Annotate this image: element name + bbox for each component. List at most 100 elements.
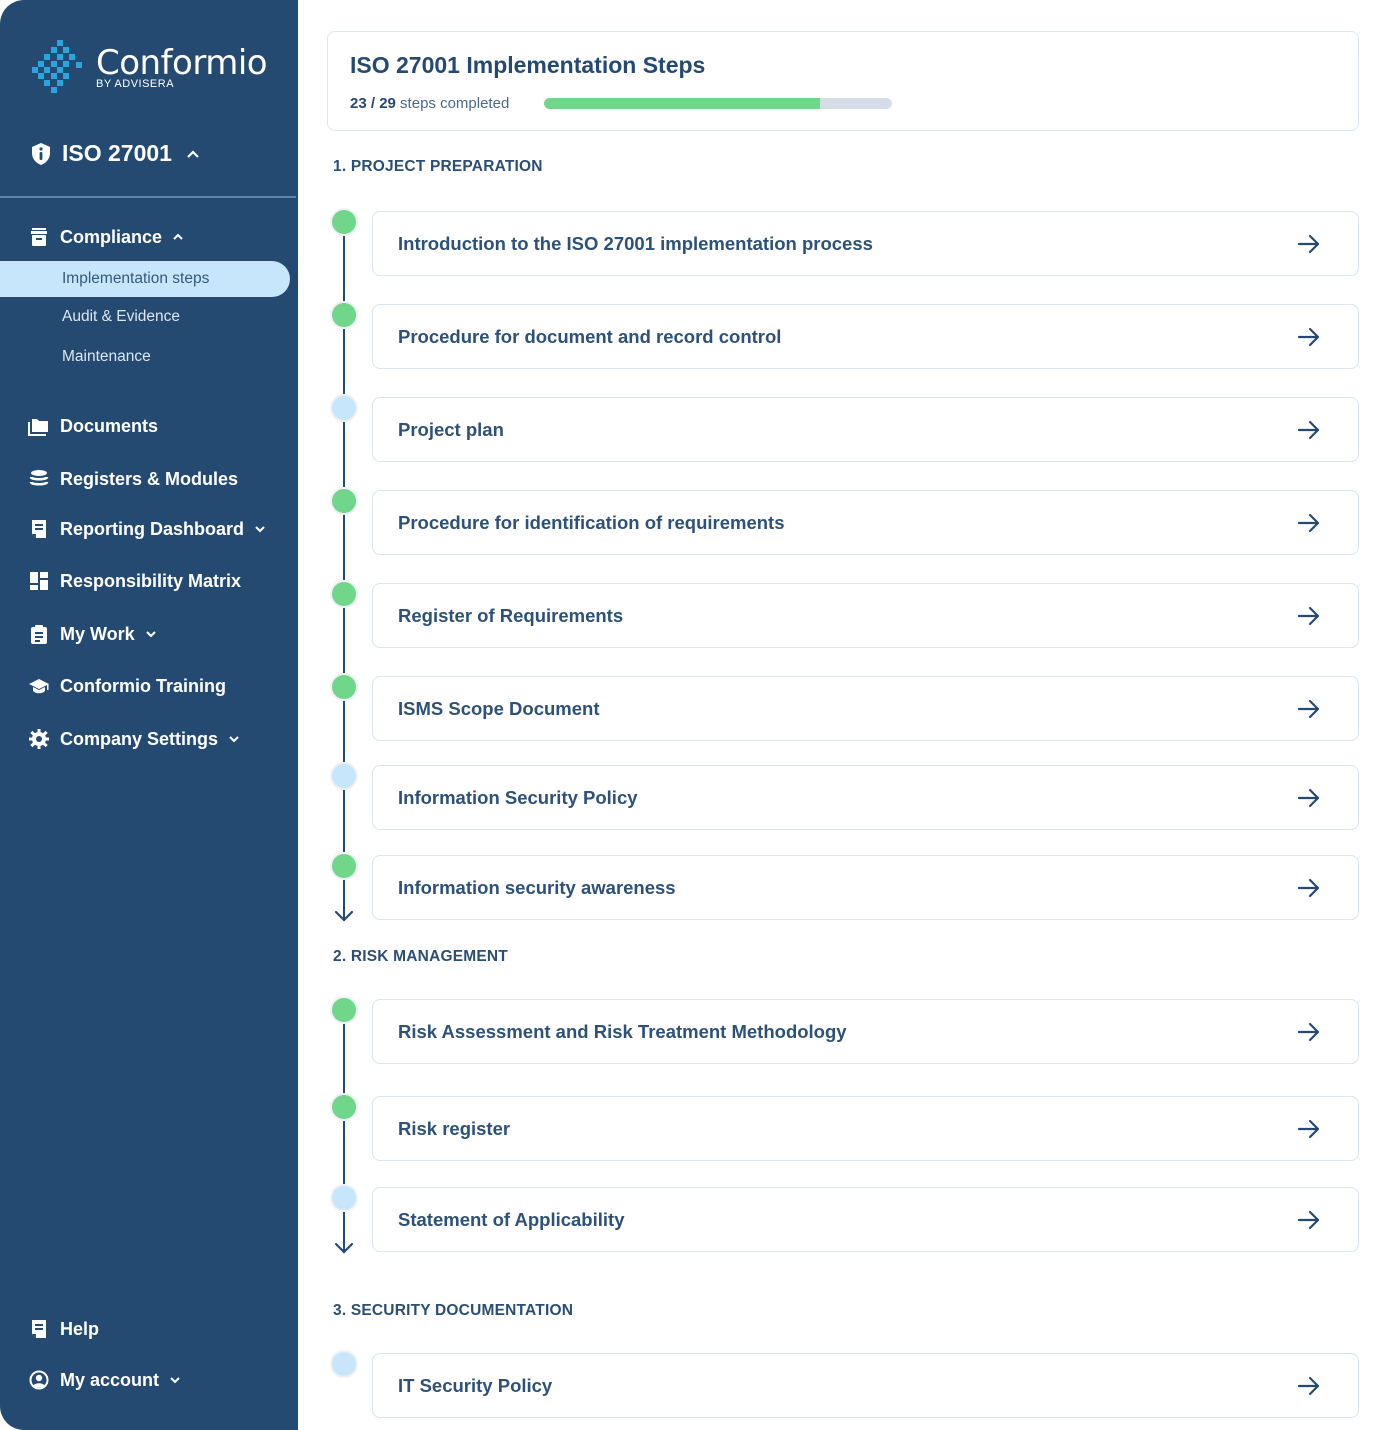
total-count: 29 bbox=[379, 95, 396, 112]
step-card[interactable]: Procedure for document and record contro… bbox=[372, 304, 1359, 369]
sidebar-item-reporting-dashboard[interactable]: Reporting Dashboard bbox=[28, 518, 266, 540]
step-status-dot-todo bbox=[330, 762, 358, 790]
step-status-dot-done bbox=[330, 580, 358, 608]
step-label: Procedure for identification of requirem… bbox=[398, 511, 785, 533]
sidebar-item-label: Responsibility Matrix bbox=[60, 570, 242, 591]
step-status-dot-done bbox=[330, 487, 358, 515]
step-status-dot-todo bbox=[330, 1184, 358, 1212]
sidebar-subitem-implementation-steps[interactable]: Implementation steps bbox=[0, 261, 290, 297]
sidebar-item-label: My Work bbox=[60, 623, 135, 644]
arrow-right-icon[interactable] bbox=[1296, 417, 1322, 443]
step-card[interactable]: Introduction to the ISO 27001 implementa… bbox=[372, 211, 1359, 276]
step-card[interactable]: Procedure for identification of requirem… bbox=[372, 490, 1359, 555]
folder-icon bbox=[28, 415, 50, 437]
step-label: IT Security Policy bbox=[398, 1374, 553, 1396]
step-card[interactable]: Statement of Applicability bbox=[372, 1187, 1359, 1252]
brand-logo[interactable]: Conformio BY ADVISERA bbox=[30, 38, 268, 98]
step-label: Risk Assessment and Risk Treatment Metho… bbox=[398, 1020, 847, 1042]
step-card[interactable]: Register of Requirements bbox=[372, 583, 1359, 648]
step-status-dot-done bbox=[330, 852, 358, 880]
step-label: Procedure for document and record contro… bbox=[398, 325, 782, 347]
arrow-right-icon[interactable] bbox=[1296, 1207, 1322, 1233]
arrow-right-icon[interactable] bbox=[1296, 696, 1322, 722]
arrow-right-icon[interactable] bbox=[1296, 1116, 1322, 1142]
sidebar-item-registers-modules[interactable]: Registers & Modules bbox=[28, 468, 238, 490]
arrow-right-icon[interactable] bbox=[1296, 875, 1322, 901]
standard-selector[interactable]: ISO 27001 bbox=[30, 140, 200, 167]
sidebar-item-label: Reporting Dashboard bbox=[60, 518, 245, 539]
section-title: 1. PROJECT PREPARATION bbox=[333, 158, 543, 175]
sidebar-item-label: Help bbox=[60, 1318, 100, 1339]
sidebar-subitem-maintenance[interactable]: Maintenance bbox=[0, 339, 290, 375]
sidebar-item-company-settings[interactable]: Company Settings bbox=[28, 728, 240, 750]
section-title: 2. RISK MANAGEMENT bbox=[333, 948, 508, 965]
step-status-dot-done bbox=[330, 1093, 358, 1121]
step-status-dot-done bbox=[330, 673, 358, 701]
sidebar-item-responsibility-matrix[interactable]: Responsibility Matrix bbox=[28, 570, 241, 592]
timeline-connector bbox=[343, 329, 345, 394]
sidebar-item-help[interactable]: Help bbox=[28, 1318, 99, 1340]
sidebar-item-my-work[interactable]: My Work bbox=[28, 623, 157, 645]
sidebar-item-my-account[interactable]: My account bbox=[28, 1369, 181, 1391]
arrow-right-icon[interactable] bbox=[1296, 1019, 1322, 1045]
step-label: Risk register bbox=[398, 1117, 511, 1139]
sidebar-item-label: My account bbox=[60, 1369, 160, 1390]
step-card[interactable]: ISMS Scope Document bbox=[372, 676, 1359, 741]
sidebar-item-documents[interactable]: Documents bbox=[28, 415, 158, 437]
step-label: ISMS Scope Document bbox=[398, 697, 600, 719]
step-card[interactable]: Information security awareness bbox=[372, 855, 1359, 920]
step-card[interactable]: Project plan bbox=[372, 397, 1359, 462]
timeline-connector bbox=[343, 515, 345, 580]
main-content: ISO 27001 Implementation Steps 23 / 29 s… bbox=[298, 0, 1390, 1430]
progress-separator: / bbox=[366, 95, 380, 112]
step-label: Introduction to the ISO 27001 implementa… bbox=[398, 232, 873, 254]
arrow-right-icon[interactable] bbox=[1296, 510, 1322, 536]
sidebar: Conformio BY ADVISERA ISO 27001 Complian… bbox=[0, 0, 298, 1430]
step-status-dot-todo bbox=[330, 1350, 358, 1378]
timeline-connector bbox=[343, 701, 345, 762]
step-card[interactable]: IT Security Policy bbox=[372, 1353, 1359, 1418]
arrow-right-icon[interactable] bbox=[1296, 603, 1322, 629]
timeline-connector bbox=[343, 1024, 345, 1093]
step-label: Register of Requirements bbox=[398, 604, 624, 626]
progress-bar bbox=[544, 98, 892, 109]
arrow-right-icon[interactable] bbox=[1296, 231, 1322, 257]
database-icon bbox=[28, 468, 50, 490]
chevron-down-icon bbox=[229, 736, 239, 743]
step-label: Project plan bbox=[398, 418, 504, 440]
chevron-up-icon bbox=[187, 149, 199, 158]
grid-icon bbox=[28, 570, 50, 592]
page-title: ISO 27001 Implementation Steps bbox=[350, 52, 706, 78]
graduation-cap-icon bbox=[28, 675, 50, 697]
gear-icon bbox=[28, 728, 50, 750]
progress-suffix: steps completed bbox=[395, 95, 510, 112]
progress-summary: 23 / 29 steps completed bbox=[350, 95, 509, 112]
arrow-right-icon[interactable] bbox=[1296, 324, 1322, 350]
step-label: Information Security Policy bbox=[398, 786, 638, 808]
step-status-dot-done bbox=[330, 996, 358, 1024]
chevron-down-icon bbox=[170, 1377, 180, 1384]
step-card[interactable]: Information Security Policy bbox=[372, 765, 1359, 830]
sidebar-item-conformio-training[interactable]: Conformio Training bbox=[28, 675, 226, 697]
step-status-dot-todo bbox=[330, 394, 358, 422]
completed-count: 23 bbox=[350, 95, 367, 112]
timeline-connector bbox=[343, 236, 345, 301]
archive-box-icon bbox=[28, 226, 50, 248]
user-circle-icon bbox=[28, 1369, 50, 1391]
step-card[interactable]: Risk Assessment and Risk Treatment Metho… bbox=[372, 999, 1359, 1064]
arrow-down-icon bbox=[333, 1241, 355, 1255]
standard-selector-label: ISO 27001 bbox=[62, 140, 172, 166]
sidebar-item-label: Compliance bbox=[60, 226, 163, 247]
arrow-right-icon[interactable] bbox=[1296, 785, 1322, 811]
conformio-logo-icon bbox=[32, 40, 82, 93]
step-card[interactable]: Risk register bbox=[372, 1096, 1359, 1161]
arrow-right-icon[interactable] bbox=[1296, 1373, 1322, 1399]
chevron-down-icon bbox=[255, 526, 265, 533]
chevron-down-icon bbox=[145, 631, 156, 638]
sidebar-item-compliance[interactable]: Compliance bbox=[28, 226, 184, 248]
sidebar-subitem-audit-evidence[interactable]: Audit & Evidence bbox=[0, 299, 290, 335]
arrow-down-icon bbox=[333, 909, 355, 923]
step-status-dot-done bbox=[330, 208, 358, 236]
help-book-icon bbox=[28, 1318, 50, 1340]
chevron-up-icon bbox=[173, 233, 183, 240]
